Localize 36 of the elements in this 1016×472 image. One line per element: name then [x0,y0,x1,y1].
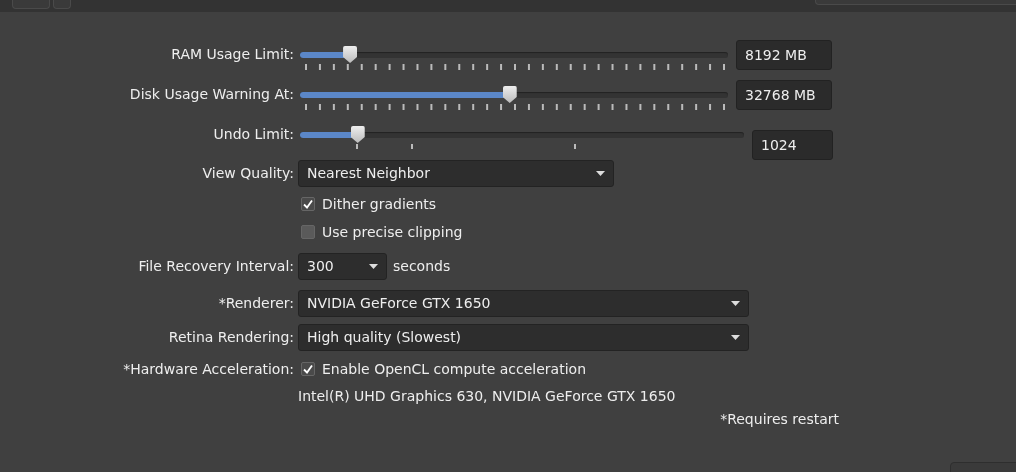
field-label: View Quality: [201,165,294,181]
value-field[interactable]: 32768 MB [736,80,832,110]
field-label: *Renderer: [217,295,294,311]
unit-label: seconds [393,258,451,274]
slider-thumb[interactable] [350,126,365,143]
checkmark-icon [302,363,314,375]
value-field[interactable]: 8192 MB [736,40,832,70]
checkbox[interactable] [301,362,315,376]
field-label: File Recovery Interval: [137,258,294,274]
field-label: Undo Limit: [212,126,294,142]
field-label: RAM Usage Limit: [170,46,294,62]
slider-thumb[interactable] [343,46,358,63]
field-label: *Hardware Acceleration: [122,361,294,377]
slider-thumb[interactable] [502,86,517,103]
slider-track[interactable] [300,126,744,143]
checkbox-label[interactable]: Dither gradients [322,196,437,212]
field-label: Disk Usage Warning At: [128,86,294,102]
caret-icon [596,170,605,176]
caret-icon [731,334,740,340]
slider-track[interactable] [300,86,728,103]
checkbox-label[interactable]: Enable OpenCL compute acceleration [322,361,586,377]
field-label: Retina Rendering: [167,329,294,345]
caret-icon [731,300,740,306]
device-list: Intel(R) UHD Graphics 630, NVIDIA GeForce GTX 1650 [298,388,676,404]
slider-track[interactable] [300,46,728,63]
checkbox-label[interactable]: Use precise clipping [322,224,463,240]
checkbox[interactable] [301,197,315,211]
dropdown[interactable]: 300 [298,252,387,280]
value-field[interactable]: 1024 [752,130,833,160]
dropdown[interactable]: High quality (Slowest) [298,323,749,351]
dropdown[interactable]: NVIDIA GeForce GTX 1650 [298,289,749,317]
checkbox[interactable] [301,225,315,239]
checkmark-icon [302,198,314,210]
caret-icon [369,263,378,269]
dropdown[interactable]: Nearest Neighbor [298,159,614,187]
footnote: *Requires restart [720,411,839,427]
